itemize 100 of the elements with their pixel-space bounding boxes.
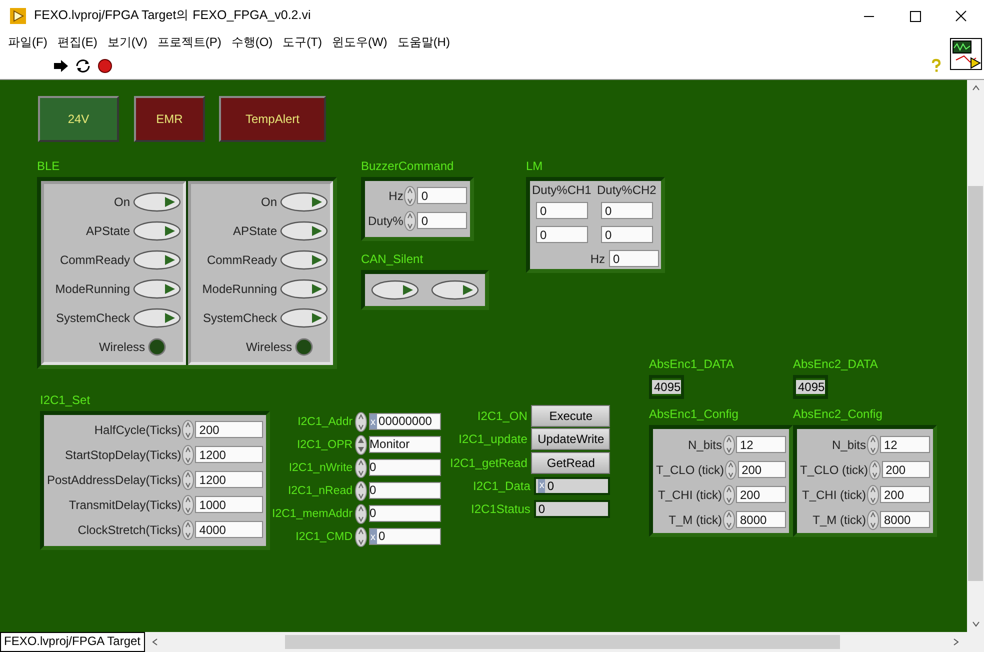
control-label: I2C1_update (458, 432, 528, 446)
indicator-label: I2C1_Data (473, 479, 530, 493)
field-label: T_CLO (tick) (656, 462, 724, 476)
target-label: FEXO.lvproj/FPGA Target (0, 632, 144, 652)
switch-label: On (260, 194, 277, 208)
numeric-field[interactable]: 0 (601, 226, 653, 243)
numeric-field[interactable]: 4000 (195, 521, 264, 538)
numeric-field[interactable]: 200 (738, 461, 786, 478)
numeric-field[interactable]: 8000 (880, 511, 930, 528)
field-value: 0 (370, 459, 376, 476)
cluster-label: AbsEnc2_Config (793, 407, 882, 421)
indicator-field: 4095 (652, 380, 681, 394)
field-label: TransmitDelay(Ticks) (68, 498, 182, 512)
action-button[interactable]: Execute (531, 404, 610, 427)
field-label: ClockStretch(Ticks) (78, 522, 182, 536)
action-button[interactable]: GetRead (531, 452, 610, 474)
switch-label: CommReady (206, 252, 277, 266)
field-value: 0 (378, 528, 386, 545)
switch-label: Wireless (246, 340, 292, 354)
cluster-label: LM (526, 159, 543, 173)
control-label: I2C1_getRead (450, 456, 528, 470)
numeric-field[interactable]: 1000 (195, 496, 264, 513)
numeric-field[interactable]: 0 (368, 459, 441, 476)
cluster-label: BuzzerCommand (361, 159, 454, 173)
window-title: FEXO.lvproj/FPGA Target의 FEXO_FPGA_v0.2.vi (34, 7, 312, 24)
switch-label: SystemCheck (202, 310, 277, 324)
cluster-label: CAN_Silent (361, 252, 424, 266)
field-value: Monitor (370, 436, 410, 453)
field-label: T_CHI (tick) (802, 488, 866, 502)
column-header: Duty%CH1 (532, 183, 592, 197)
menu-item[interactable]: 수행(O) (227, 34, 277, 50)
menu-item[interactable]: 파일(F) (4, 34, 52, 50)
field-label: Hz (388, 188, 404, 202)
indicator-label: AbsEnc1_DATA (649, 357, 734, 371)
field-label: T_M (tick) (668, 512, 722, 526)
column-header: Duty%CH2 (597, 183, 658, 197)
numeric-field[interactable]: 0 (417, 187, 468, 204)
numeric-field[interactable]: 200 (882, 461, 930, 478)
field-value: 0 (547, 479, 554, 493)
numeric-field[interactable]: 1200 (195, 471, 264, 488)
boolean-button[interactable]: EMR (134, 96, 205, 142)
cluster-label: AbsEnc1_Config (649, 407, 738, 421)
field-label: N_bits (832, 438, 866, 452)
menu-item[interactable]: 도구(T) (278, 34, 326, 50)
switch-label: SystemCheck (56, 310, 130, 324)
control-label: I2C1_ON (477, 408, 528, 423)
field-value: 0 (370, 482, 376, 499)
field-label: Duty% (368, 214, 404, 228)
indicator-label: AbsEnc2_DATA (793, 357, 878, 371)
field-label: T_CLO (tick) (800, 462, 868, 476)
numeric-field[interactable]: 12 (880, 436, 930, 453)
numeric-field[interactable]: 0 (536, 202, 588, 219)
switch-label: On (114, 194, 130, 208)
numeric-field[interactable]: x 00000000 (368, 413, 441, 430)
field-value: 00000000 (378, 413, 432, 430)
menu-item[interactable]: 도움말(H) (393, 34, 454, 50)
numeric-field[interactable]: 1200 (195, 446, 264, 463)
field-label: T_M (tick) (812, 512, 866, 526)
field-value: 0 (538, 502, 546, 516)
control-label: I2C1_OPR (296, 438, 353, 450)
control-label: I2C1_nRead (288, 484, 353, 496)
numeric-field[interactable]: 8000 (736, 511, 786, 528)
boolean-button[interactable]: 24V (38, 96, 119, 142)
field-value: 0 (370, 505, 376, 522)
numeric-field[interactable]: 0 (417, 212, 468, 229)
control-label: I2C1_Addr (298, 416, 353, 428)
menu-item[interactable]: 윈도우(W) (328, 34, 392, 50)
control-label: I2C1_nWrite (288, 462, 353, 474)
indicator-label: I2C1Status (471, 502, 530, 516)
switch-label: ModeRunning (202, 282, 277, 296)
cluster-label: BLE (37, 159, 60, 173)
ring-field[interactable]: Monitor (368, 436, 441, 453)
control-label: I2C1_CMD (296, 530, 353, 542)
control-label: I2C1_memAddr (272, 508, 353, 520)
switch-label: Wireless (98, 340, 145, 354)
menu-item[interactable]: 프로젝트(P) (153, 34, 226, 50)
switch-label: ModeRunning (55, 282, 130, 296)
menu-item[interactable]: 보기(V) (103, 34, 152, 50)
menu-item[interactable]: 편집(E) (53, 34, 102, 50)
field-label: Hz (590, 252, 605, 266)
numeric-field[interactable]: 0 (609, 250, 659, 267)
numeric-field[interactable]: x 0 (368, 528, 441, 545)
field-label: PostAddressDelay(Ticks) (47, 472, 182, 486)
numeric-field[interactable]: 200 (880, 486, 930, 503)
boolean-button[interactable]: TempAlert (219, 96, 326, 142)
action-button[interactable]: UpdateWrite (531, 428, 610, 450)
field-label: N_bits (688, 438, 722, 452)
numeric-field[interactable]: 0 (368, 505, 441, 522)
numeric-field[interactable]: 0 (536, 226, 588, 243)
switch-label: CommReady (60, 252, 130, 266)
indicator-field: 4095 (796, 380, 825, 394)
numeric-field[interactable]: 0 (601, 202, 653, 219)
numeric-field[interactable]: 200 (195, 421, 264, 438)
numeric-field[interactable]: 0 (368, 482, 441, 499)
numeric-field[interactable]: 12 (736, 436, 786, 453)
numeric-field[interactable]: 200 (736, 486, 786, 503)
field-label: T_CHI (tick) (658, 488, 722, 502)
field-label: HalfCycle(Ticks) (94, 422, 182, 436)
cluster-label: I2C1_Set (40, 393, 90, 407)
field-label: StartStopDelay(Ticks) (65, 448, 182, 462)
